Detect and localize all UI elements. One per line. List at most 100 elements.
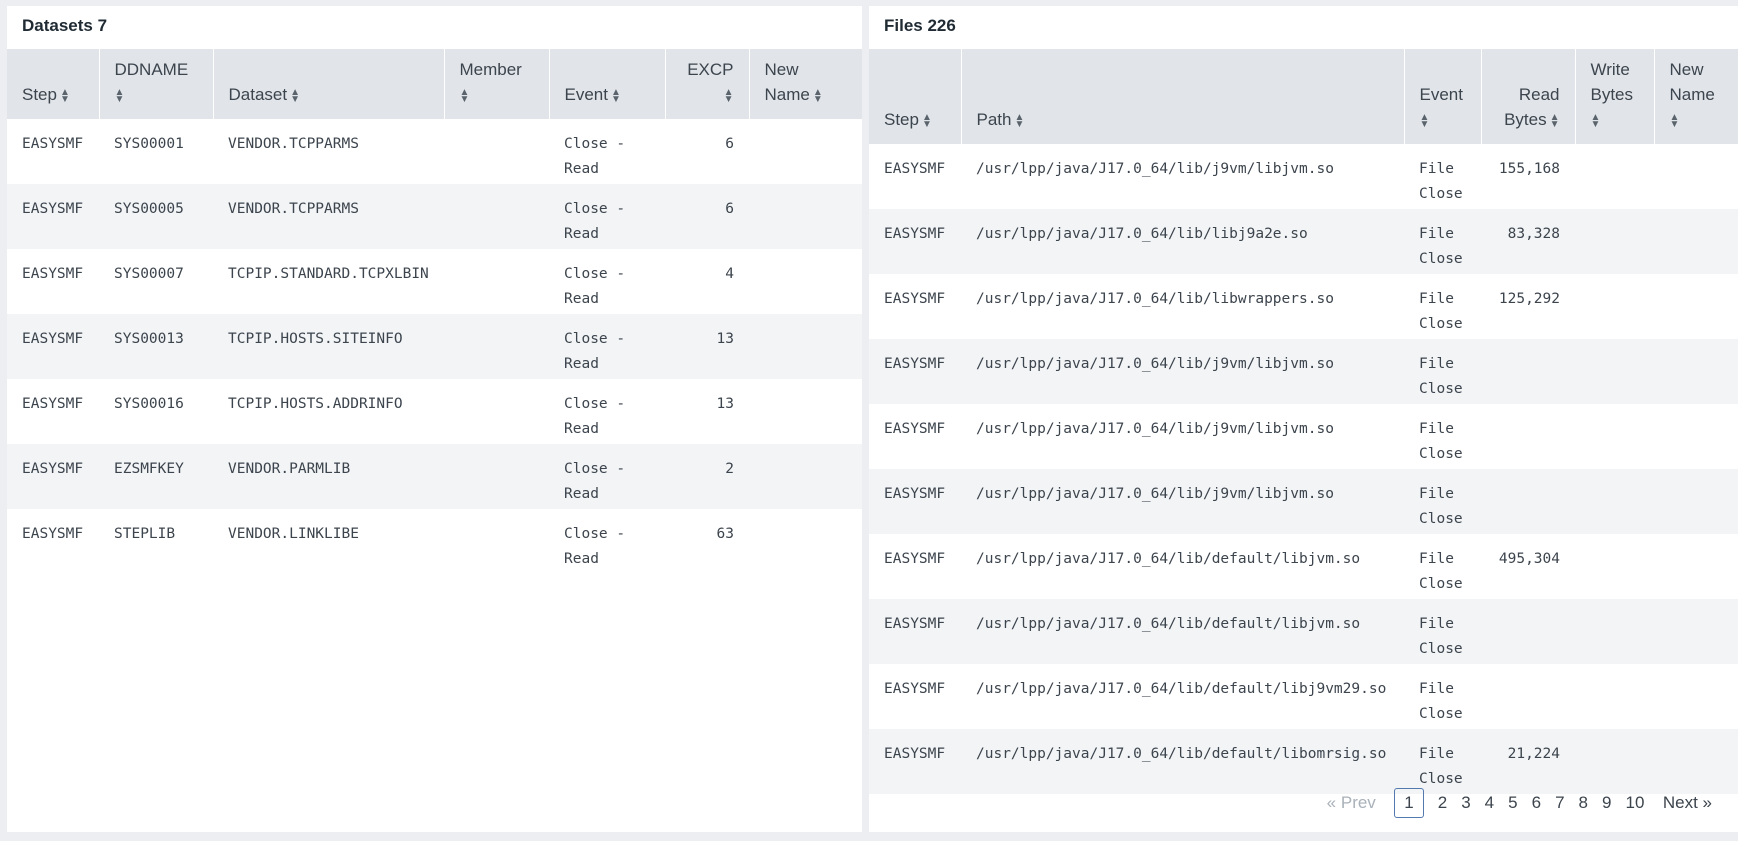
table-row: EASYSMF SYS00013 TCPIP.HOSTS.SITEINFO Close… bbox=[7, 314, 862, 379]
datasets-panel: Datasets 7 Step ▲ ▼ DDNAME ▲ ▼ Dataset ▲ ▼ Mem… bbox=[7, 6, 862, 832]
cell-path: /usr/lpp/java/J17.0_64/lib/libwrappers.s… bbox=[976, 291, 1334, 307]
cell-write-bytes bbox=[1575, 664, 1654, 729]
cell-read-bytes: 495,304 bbox=[1498, 551, 1560, 567]
cell-event: File Close bbox=[1419, 356, 1463, 397]
cell-event: File Close bbox=[1419, 746, 1463, 787]
cell-step: EASYSMF bbox=[884, 356, 946, 372]
cell-new-name bbox=[1654, 729, 1738, 794]
column-header-dataset[interactable]: Dataset ▲ ▼ bbox=[213, 49, 445, 119]
cell-new-name bbox=[749, 379, 862, 444]
sort-icon: ▲ ▼ bbox=[812, 86, 823, 105]
cell-ddname: SYS00007 bbox=[114, 266, 184, 282]
cell-write-bytes bbox=[1575, 144, 1654, 209]
sort-icon: ▲ ▼ bbox=[59, 86, 70, 105]
page-link-8[interactable]: 8 bbox=[1579, 789, 1588, 817]
sort-icon: ▲ ▼ bbox=[1590, 111, 1601, 130]
cell-read-bytes: 83,328 bbox=[1507, 226, 1560, 242]
column-header-excp[interactable]: EXCP ▲ ▼ bbox=[665, 49, 750, 119]
table-row: EASYSMF/usr/lpp/java/J17.0_64/lib/libwra… bbox=[869, 274, 1738, 339]
cell-excp: 63 bbox=[716, 526, 734, 542]
table-row: EASYSMF SYS00001 VENDOR.TCPPARMS Close - Re… bbox=[7, 119, 862, 184]
cell-member bbox=[444, 444, 549, 509]
cell-event: Close - Read bbox=[564, 136, 626, 177]
table-row: EASYSMF/usr/lpp/java/J17.0_64/lib/defaul… bbox=[869, 599, 1738, 664]
cell-read-bytes bbox=[1481, 339, 1575, 404]
table-row: EASYSMF/usr/lpp/java/J17.0_64/lib/defaul… bbox=[869, 729, 1738, 794]
table-row: EASYSMF/usr/lpp/java/J17.0_64/lib/j9vm/l… bbox=[869, 469, 1738, 534]
sort-icon: ▲ ▼ bbox=[459, 86, 470, 105]
cell-step: EASYSMF bbox=[22, 526, 84, 542]
page-link-9[interactable]: 9 bbox=[1602, 789, 1611, 817]
cell-path: /usr/lpp/java/J17.0_64/lib/j9vm/libjvm.s… bbox=[976, 486, 1334, 502]
next-page-link[interactable]: Next » bbox=[1663, 789, 1712, 817]
column-header-ddname[interactable]: DDNAME ▲ ▼ bbox=[99, 49, 214, 119]
prev-page-link: « Prev bbox=[1326, 793, 1376, 812]
cell-dataset: TCPIP.HOSTS.SITEINFO bbox=[228, 331, 403, 347]
cell-step: EASYSMF bbox=[22, 266, 84, 282]
cell-event: File Close bbox=[1419, 161, 1463, 202]
sort-icon: ▲ ▼ bbox=[610, 86, 621, 105]
page-link-10[interactable]: 10 bbox=[1625, 789, 1644, 817]
column-header-step[interactable]: Step ▲ ▼ bbox=[869, 49, 962, 144]
cell-write-bytes bbox=[1575, 339, 1654, 404]
column-header-write-bytes[interactable]: Write Bytes ▲ ▼ bbox=[1575, 49, 1655, 144]
cell-read-bytes bbox=[1481, 469, 1575, 534]
column-header-event[interactable]: Event ▲ ▼ bbox=[1404, 49, 1482, 144]
cell-step: EASYSMF bbox=[884, 291, 946, 307]
sort-icon: ▲ ▼ bbox=[1419, 111, 1430, 130]
cell-member bbox=[444, 314, 549, 379]
column-header-new-name[interactable]: New Name ▲ ▼ bbox=[1654, 49, 1738, 144]
cell-new-name bbox=[1654, 469, 1738, 534]
cell-step: EASYSMF bbox=[884, 746, 946, 762]
cell-dataset: TCPIP.HOSTS.ADDRINFO bbox=[228, 396, 403, 412]
column-header-path[interactable]: Path ▲ ▼ bbox=[961, 49, 1405, 144]
files-panel: Files 226 Step ▲ ▼ Path ▲ ▼ Event ▲ ▼ Read Byt… bbox=[869, 6, 1738, 832]
cell-new-name bbox=[749, 119, 862, 184]
column-header-member[interactable]: Member ▲ ▼ bbox=[444, 49, 550, 119]
sort-icon: ▲ ▼ bbox=[723, 86, 734, 105]
cell-member bbox=[444, 184, 549, 249]
cell-step: EASYSMF bbox=[22, 331, 84, 347]
cell-new-name bbox=[749, 184, 862, 249]
page-link-5[interactable]: 5 bbox=[1508, 789, 1517, 817]
cell-step: EASYSMF bbox=[884, 681, 946, 697]
column-header-step[interactable]: Step ▲ ▼ bbox=[7, 49, 100, 119]
cell-new-name bbox=[1654, 209, 1738, 274]
cell-excp: 4 bbox=[725, 266, 734, 282]
cell-dataset: TCPIP.STANDARD.TCPXLBIN bbox=[228, 266, 429, 282]
table-row: EASYSMF SYS00016 TCPIP.HOSTS.ADDRINFO Close… bbox=[7, 379, 862, 444]
cell-step: EASYSMF bbox=[22, 461, 84, 477]
cell-new-name bbox=[749, 249, 862, 314]
table-row: EASYSMF SYS00007 TCPIP.STANDARD.TCPXLBIN Cl… bbox=[7, 249, 862, 314]
column-header-read-bytes[interactable]: Read Bytes ▲ ▼ bbox=[1481, 49, 1576, 144]
page-link-1[interactable]: 1 bbox=[1394, 788, 1424, 818]
page-link-6[interactable]: 6 bbox=[1532, 789, 1541, 817]
table-row: EASYSMF EZSMFKEY VENDOR.PARMLIB Close - Rea… bbox=[7, 444, 862, 509]
page-link-3[interactable]: 3 bbox=[1461, 789, 1470, 817]
sort-icon: ▲ ▼ bbox=[1549, 111, 1560, 130]
cell-ddname: SYS00013 bbox=[114, 331, 184, 347]
datasets-table: Step ▲ ▼ DDNAME ▲ ▼ Dataset ▲ ▼ Member ▲ ▼ Event… bbox=[7, 49, 862, 574]
cell-excp: 6 bbox=[725, 201, 734, 217]
cell-ddname: SYS00005 bbox=[114, 201, 184, 217]
sort-icon: ▲ ▼ bbox=[290, 86, 300, 105]
page-link-2[interactable]: 2 bbox=[1438, 789, 1447, 817]
cell-path: /usr/lpp/java/J17.0_64/lib/libj9a2e.so bbox=[976, 226, 1308, 242]
cell-new-name bbox=[1654, 144, 1738, 209]
cell-new-name bbox=[1654, 664, 1738, 729]
cell-read-bytes bbox=[1481, 404, 1575, 469]
cell-ddname: SYS00016 bbox=[114, 396, 184, 412]
cell-event: Close - Read bbox=[564, 266, 626, 307]
cell-step: EASYSMF bbox=[884, 616, 946, 632]
page-link-7[interactable]: 7 bbox=[1555, 789, 1564, 817]
column-header-event[interactable]: Event ▲ ▼ bbox=[549, 49, 666, 119]
sort-icon: ▲ ▼ bbox=[114, 86, 125, 105]
cell-step: EASYSMF bbox=[22, 201, 84, 217]
cell-read-bytes: 155,168 bbox=[1498, 161, 1560, 177]
table-row: EASYSMF/usr/lpp/java/J17.0_64/lib/j9vm/l… bbox=[869, 144, 1738, 209]
files-table: Step ▲ ▼ Path ▲ ▼ Event ▲ ▼ Read Bytes ▲ ▼ Write… bbox=[869, 49, 1738, 794]
cell-new-name bbox=[1654, 274, 1738, 339]
page-link-4[interactable]: 4 bbox=[1485, 789, 1494, 817]
column-header-new-name[interactable]: New Name ▲ ▼ bbox=[749, 49, 862, 119]
cell-path: /usr/lpp/java/J17.0_64/lib/j9vm/libjvm.s… bbox=[976, 161, 1334, 177]
